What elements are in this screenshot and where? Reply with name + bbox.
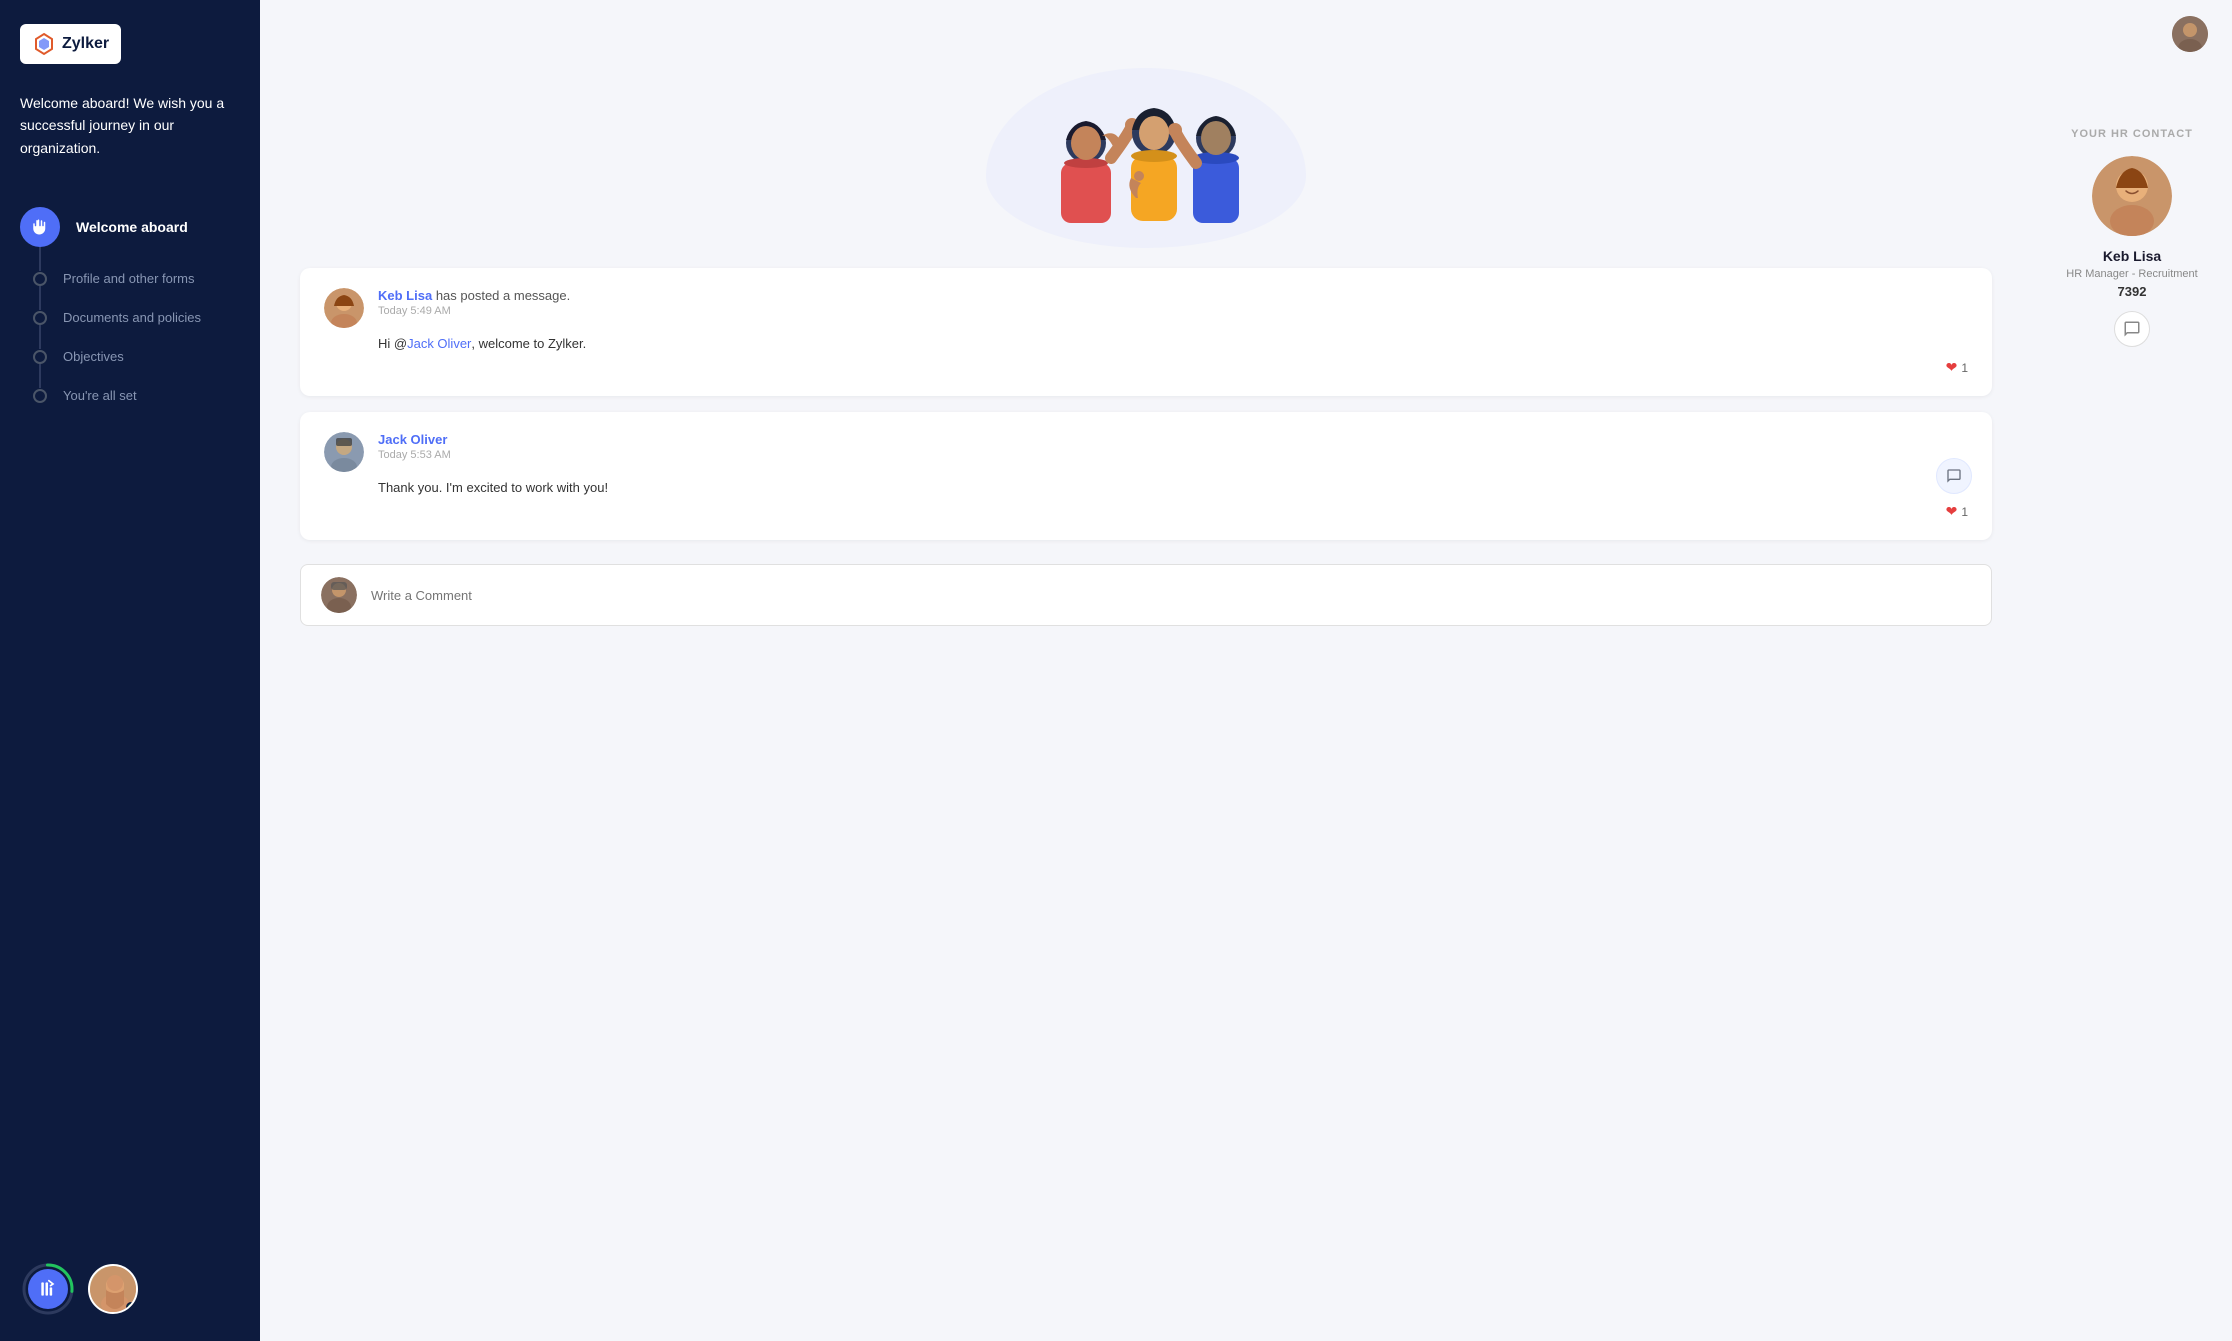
reply-button[interactable] xyxy=(1936,458,1972,494)
messages-container: Keb Lisa has posted a message. Today 5:4… xyxy=(300,268,1992,540)
hr-chat-button[interactable] xyxy=(2114,311,2150,347)
comment-input[interactable] xyxy=(371,588,1971,603)
hr-contact-role: HR Manager - Recruitment xyxy=(2066,268,2197,280)
nav-dot-documents xyxy=(33,311,47,325)
main-header xyxy=(260,0,2232,68)
nav-line-4 xyxy=(39,363,41,388)
reply-icon xyxy=(1946,468,1962,484)
hr-contact-name: Keb Lisa xyxy=(2103,248,2161,264)
sidebar-item-label-welcome: Welcome aboard xyxy=(76,219,188,235)
team-illustration xyxy=(1006,88,1286,248)
nav-dot-allset xyxy=(33,389,47,403)
like-count-1: 1 xyxy=(1961,361,1968,375)
sidebar-bottom xyxy=(20,1241,240,1317)
hr-contact-panel: YOUR HR CONTACT Keb Lisa HR Manager - Re… xyxy=(2032,68,2232,1341)
nav-line-2 xyxy=(39,285,41,310)
main-content: Keb Lisa has posted a message. Today 5:4… xyxy=(260,68,2232,1341)
nav-dot-objectives xyxy=(33,350,47,364)
logo-text: Zylker xyxy=(62,35,109,53)
sidebar-item-label-objectives: Objectives xyxy=(63,349,124,364)
jack-oliver-name[interactable]: Jack Oliver xyxy=(378,432,447,447)
sidebar-item-allset[interactable]: You're all set xyxy=(20,376,240,415)
message-card-2: Jack Oliver Today 5:53 AM Thank you. I'm… xyxy=(300,412,1992,540)
online-indicator xyxy=(126,1302,136,1312)
hr-contact-avatar-img xyxy=(2092,156,2172,236)
sidebar-item-profile[interactable]: Profile and other forms xyxy=(20,259,240,298)
jack-oliver-avatar-img xyxy=(324,432,364,472)
main-area: Keb Lisa has posted a message. Today 5:4… xyxy=(260,0,2232,1341)
message-card-1: Keb Lisa has posted a message. Today 5:4… xyxy=(300,268,1992,396)
sidebar-welcome-text: Welcome aboard! We wish you a successful… xyxy=(20,92,240,159)
message-author-line-2: Jack Oliver xyxy=(378,432,1968,447)
message-footer-1: ❤ 1 xyxy=(324,359,1968,376)
message-body-2: Thank you. I'm excited to work with you! xyxy=(324,480,1968,495)
message-time-2: Today 5:53 AM xyxy=(378,449,1968,461)
message-header-1: Keb Lisa has posted a message. Today 5:4… xyxy=(324,288,1968,328)
hr-contact-avatar xyxy=(2092,156,2172,236)
illustration-area xyxy=(300,68,1992,248)
nav-dot-profile xyxy=(33,272,47,286)
like-count-2: 1 xyxy=(1961,505,1968,519)
nav-line-3 xyxy=(39,324,41,349)
sidebar-nav: Welcome aboard Profile and other forms D… xyxy=(20,195,240,415)
sidebar-item-label-allset: You're all set xyxy=(63,388,137,403)
sidebar: Zylker Welcome aboard! We wish you a suc… xyxy=(0,0,260,1341)
sidebar-item-objectives[interactable]: Objectives xyxy=(20,337,240,376)
zylker-logo-icon xyxy=(32,32,56,56)
message-time-1: Today 5:49 AM xyxy=(378,305,1968,317)
jack-oliver-avatar xyxy=(324,432,364,472)
message-body-1: Hi @Jack Oliver, welcome to Zylker. xyxy=(324,336,1968,351)
logo[interactable]: Zylker xyxy=(20,24,121,64)
checklist-icon xyxy=(38,1279,58,1299)
hand-wave-icon xyxy=(31,218,49,236)
chat-icon xyxy=(2123,320,2141,338)
keb-lisa-avatar-img xyxy=(324,288,364,328)
hr-contact-extension: 7392 xyxy=(2118,284,2147,299)
message-action-1: has posted a message. xyxy=(436,288,570,303)
feed-area: Keb Lisa has posted a message. Today 5:4… xyxy=(260,68,2032,1341)
sidebar-hr-avatar xyxy=(88,1264,138,1314)
like-heart-1[interactable]: ❤ xyxy=(1946,359,1958,376)
keb-lisa-name[interactable]: Keb Lisa xyxy=(378,288,432,303)
sidebar-item-label-profile: Profile and other forms xyxy=(63,271,195,286)
like-heart-2[interactable]: ❤ xyxy=(1946,503,1958,520)
nav-line-1 xyxy=(39,247,41,271)
jack-oliver-mention[interactable]: Jack Oliver xyxy=(407,336,471,351)
message-meta-2: Jack Oliver Today 5:53 AM xyxy=(378,432,1968,461)
sidebar-item-welcome[interactable]: Welcome aboard xyxy=(20,195,240,259)
hr-contact-label: YOUR HR CONTACT xyxy=(2071,128,2193,140)
progress-indicator xyxy=(20,1261,76,1317)
top-user-avatar[interactable] xyxy=(2172,16,2208,52)
message-meta-1: Keb Lisa has posted a message. Today 5:4… xyxy=(378,288,1968,317)
keb-lisa-avatar xyxy=(324,288,364,328)
message-author-line-1: Keb Lisa has posted a message. xyxy=(378,288,1968,303)
message-header-2: Jack Oliver Today 5:53 AM xyxy=(324,432,1968,472)
sidebar-item-label-documents: Documents and policies xyxy=(63,310,201,325)
message-footer-2: ❤ 1 xyxy=(324,503,1968,520)
comment-box xyxy=(300,564,1992,626)
team-illustration-bg xyxy=(986,68,1306,248)
top-user-avatar-image xyxy=(2172,16,2208,52)
sidebar-item-documents[interactable]: Documents and policies xyxy=(20,298,240,337)
nav-dot-welcome xyxy=(20,207,60,247)
comment-user-avatar-img xyxy=(321,577,357,613)
comment-user-avatar xyxy=(321,577,357,613)
progress-avatar-icon xyxy=(28,1269,68,1309)
